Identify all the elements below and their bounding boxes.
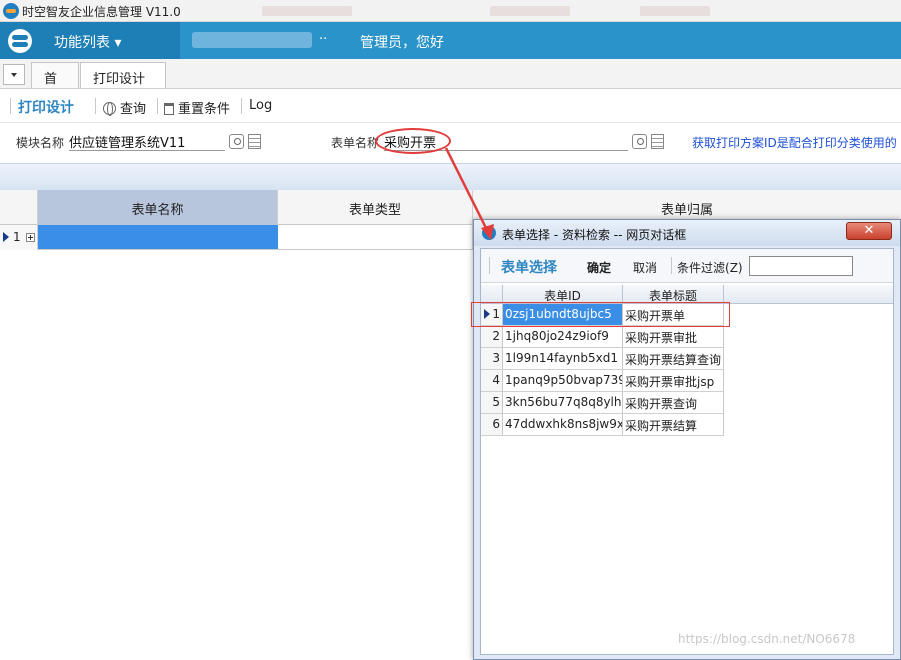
filter-input[interactable] [749,256,853,276]
column-header[interactable]: 表单名称 [38,190,278,225]
row-number: 1 [13,230,21,244]
tab-print-design[interactable]: 打印设计✕ [80,62,166,101]
expand-icon[interactable] [26,233,35,242]
form-lookup-buttons[interactable] [632,133,666,151]
dialog-title-bar: 表单选择 - 资料检索 -- 网页对话框 ✕ [474,220,900,246]
form-id-cell[interactable]: 1l99n14faynb5xd1 [503,348,623,369]
cancel-button[interactable]: 取消 [633,259,657,276]
form-id-cell[interactable]: 47ddwxhk8ns8jw9x [503,414,623,435]
search-icon[interactable] [229,134,244,149]
watermark: https://blog.csdn.net/NO6678 [678,632,856,646]
module-name-field[interactable]: 供应链管理系统V11 [69,132,225,151]
search-icon[interactable] [632,134,647,149]
reset-label: 重置条件 [178,102,231,117]
toolbar-separator [241,98,242,114]
form-select-dialog: 表单选择 - 资料检索 -- 网页对话框 ✕ 表单选择 确定 取消 条件过滤(Z… [473,219,901,660]
app-header: 功能列表 ▾ ·· 管理员，您好 [0,22,901,59]
module-lookup-buttons[interactable] [229,133,263,151]
help-link[interactable]: 获取打印方案ID是配合打印分类使用的 [692,134,897,151]
dialog-title: 表单选择 - 资料检索 -- 网页对话框 [502,228,687,242]
grid-corner [0,190,38,225]
toolbar-separator [489,257,490,274]
toolbar-separator [95,98,96,114]
function-list-menu[interactable]: 功能列表 ▾ [54,32,121,52]
filter-shortcut: (Z) [725,261,743,275]
form-id-cell[interactable]: 3kn56bu77q8q8ylh [503,392,623,413]
dialog-toolbar: 表单选择 确定 取消 条件过滤(Z) [481,249,893,283]
selected-cell[interactable] [38,225,278,249]
close-icon: ✕ [863,223,875,238]
filter-label: 条件过滤(Z) [677,259,743,276]
row-number: 2 [481,326,503,347]
header-dots: ·· [319,32,328,47]
page-title: 打印设计 [18,100,74,116]
form-title-cell[interactable]: 采购开票审批jsp [623,370,724,391]
row-number: 3 [481,348,503,369]
form-id-cell[interactable]: 1panq9p50bvap739 [503,370,623,391]
reset-conditions-button[interactable]: 重置条件 [164,98,230,117]
form-title-cell[interactable]: 采购开票审批 [623,326,724,347]
globe-icon [103,102,116,116]
tab-label: 打印设计 [93,72,146,87]
toolbar: 打印设计 查询 重置条件 Log [0,89,901,123]
tab-strip: 首页 打印设计✕ [0,59,901,106]
list-icon[interactable] [651,134,664,149]
annotation-circle [375,128,451,154]
form-id-cell[interactable]: 1jhq80jo24z9iof9 [503,326,623,347]
window-title-bar: 时空智友企业信息管理 V11.0 [0,0,901,22]
toolbar-separator [10,98,11,114]
row-number: 4 [481,370,503,391]
row-header: 1 [0,225,38,250]
dialog-toolbar-title: 表单选择 [501,260,557,276]
user-greeting: 管理员，您好 [360,35,444,51]
toolbar-separator [671,257,672,274]
table-row[interactable]: 3 1l99n14faynb5xd1 采购开票结算查询 [481,348,724,370]
tab-home[interactable]: 首页 [31,62,79,106]
table-cell[interactable] [278,225,473,249]
brand-logo-icon [8,29,32,53]
annotation-box [471,302,730,327]
table-row[interactable]: 6 47ddwxhk8ns8jw9x 采购开票结算 [481,414,724,436]
trash-icon [164,103,174,115]
blurred-browser-tab [262,6,352,16]
form-name-label: 表单名称 [331,136,380,150]
module-name-label: 模块名称 [16,136,65,150]
form-title-cell[interactable]: 采购开票结算 [623,414,724,435]
table-row[interactable]: 2 1jhq80jo24z9iof9 采购开票审批 [481,326,724,348]
toolbar-separator [157,98,158,114]
table-row[interactable]: 5 3kn56bu77q8q8ylh 采购开票查询 [481,392,724,414]
section-band [0,163,901,190]
row-number: 5 [481,392,503,413]
blurred-browser-tab [640,6,710,16]
column-header[interactable]: 表单类型 [278,190,473,225]
window-title: 时空智友企业信息管理 V11.0 [22,5,181,19]
log-button[interactable]: Log [249,98,272,113]
blurred-browser-tab [490,6,570,16]
filter-text: 条件过滤 [677,261,726,275]
blurred-company-name [192,32,312,48]
tab-dropdown-button[interactable] [3,64,25,85]
query-label: 查询 [120,102,147,117]
query-button[interactable]: 查询 [103,98,146,117]
close-button[interactable]: ✕ [846,222,892,240]
confirm-button[interactable]: 确定 [587,259,611,276]
app-logo-icon [3,3,19,19]
list-icon[interactable] [248,134,261,149]
form-title-cell[interactable]: 采购开票结算查询 [623,348,724,369]
table-row[interactable]: 4 1panq9p50bvap739 采购开票审批jsp [481,370,724,392]
dialog-logo-icon [482,226,496,240]
form-title-cell[interactable]: 采购开票查询 [623,392,724,413]
row-number: 6 [481,414,503,435]
current-row-icon [3,232,9,242]
